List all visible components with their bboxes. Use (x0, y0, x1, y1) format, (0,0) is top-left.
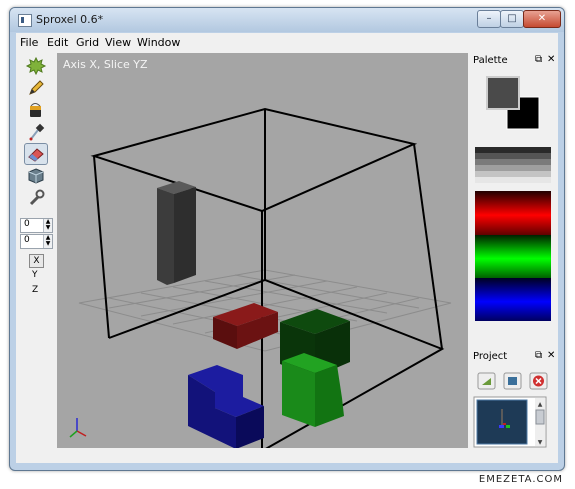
spin-arrows-icon[interactable]: ▲ ▼ (43, 219, 52, 232)
project-title-bar: Project ⧉ ✕ (469, 349, 558, 365)
viewport-axis-label: Axis X, Slice YZ (63, 58, 148, 71)
project-title: Project (473, 351, 508, 362)
close-icon[interactable]: ✕ (547, 54, 555, 65)
title-bar[interactable]: Sproxel 0.6* – □ ✕ (10, 8, 564, 32)
scroll-down-icon: ▼ (538, 439, 543, 446)
scrollbar-thumb[interactable] (535, 409, 545, 425)
splat-tool-button[interactable] (24, 55, 48, 77)
axis-gizmo-icon (69, 418, 87, 438)
float-icon[interactable]: ⧉ (535, 350, 542, 361)
maximize-button[interactable]: □ (500, 10, 524, 28)
paint-bucket-icon (30, 103, 41, 117)
slice-spinbox-2[interactable]: 0 ▲ ▼ (20, 234, 53, 249)
sprite-settings-icon (508, 377, 517, 385)
app-icon (18, 14, 32, 27)
axis-x-button[interactable]: X (29, 254, 44, 268)
blue-color-ramp[interactable] (475, 278, 551, 321)
slice-spinbox-1-value: 0 (24, 219, 30, 229)
eraser-tool-button[interactable] (24, 143, 48, 165)
axis-z-button[interactable]: Z (32, 285, 38, 295)
sprite-settings-button[interactable] (503, 372, 522, 390)
axis-y-button[interactable]: Y (32, 270, 38, 280)
project-panel: Project ⧉ ✕ ▲ ▼ (469, 349, 558, 451)
splat-icon (25, 56, 47, 76)
eyedropper-icon (29, 123, 45, 141)
eraser-icon (28, 148, 44, 162)
blue-voxels (188, 365, 264, 448)
voxel-cube-icon (28, 168, 44, 184)
menu-window[interactable]: Window (137, 36, 180, 49)
red-color-ramp[interactable] (475, 191, 551, 235)
wrench-icon (29, 189, 45, 206)
slice-spinbox-1[interactable]: 0 ▲ ▼ (20, 218, 53, 233)
float-icon[interactable]: ⧉ (535, 54, 542, 65)
scroll-up-icon: ▲ (538, 401, 543, 408)
spin-arrows-icon[interactable]: ▲ ▼ (43, 235, 52, 248)
eyedropper-tool-button[interactable] (24, 121, 48, 143)
menu-view[interactable]: View (105, 36, 131, 49)
red-voxels (213, 303, 278, 349)
menu-edit[interactable]: Edit (47, 36, 68, 49)
new-sprite-button[interactable] (477, 372, 496, 390)
window-title: Sproxel 0.6* (36, 13, 104, 26)
green-color-ramp[interactable] (475, 235, 551, 278)
voxel-cube-tool-button[interactable] (24, 165, 48, 187)
wrench-tool-button[interactable] (24, 187, 48, 209)
palette-panel: Palette ⧉ ✕ (469, 53, 558, 343)
gray-voxel-column (157, 181, 196, 285)
voxel-scene (69, 107, 452, 448)
slice-spinbox-2-value: 0 (24, 235, 30, 245)
project-widget: ▲ ▼ (473, 372, 548, 448)
grayscale-ramp[interactable] (475, 147, 551, 183)
menu-file[interactable]: File (20, 36, 38, 49)
paint-bucket-tool-button[interactable] (24, 99, 48, 121)
status-bar (16, 456, 558, 463)
bounding-box (90, 107, 445, 448)
palette-widget[interactable] (469, 71, 558, 341)
menu-bar: File Edit Grid View Window (16, 33, 558, 51)
menu-grid[interactable]: Grid (76, 36, 99, 49)
client-area: File Edit Grid View Window 0 ▲ ▼ 0 ▲ ▼ X… (16, 33, 558, 463)
pencil-tool-button[interactable] (24, 77, 48, 99)
close-button[interactable]: ✕ (523, 10, 561, 28)
minimize-button[interactable]: – (477, 10, 501, 28)
voxel-viewport[interactable]: Axis X, Slice YZ (57, 53, 468, 448)
close-icon[interactable]: ✕ (547, 350, 555, 361)
app-window: Sproxel 0.6* – □ ✕ File Edit Grid View W… (9, 7, 565, 471)
tool-bar: 0 ▲ ▼ 0 ▲ ▼ X Y Z (16, 53, 53, 455)
palette-title-bar: Palette ⧉ ✕ (469, 53, 558, 69)
palette-title: Palette (473, 55, 508, 66)
pencil-icon (29, 80, 44, 95)
delete-sprite-button[interactable] (529, 372, 548, 390)
watermark-text: EMEZETA.COM (478, 474, 563, 485)
foreground-color-swatch[interactable] (486, 76, 520, 110)
